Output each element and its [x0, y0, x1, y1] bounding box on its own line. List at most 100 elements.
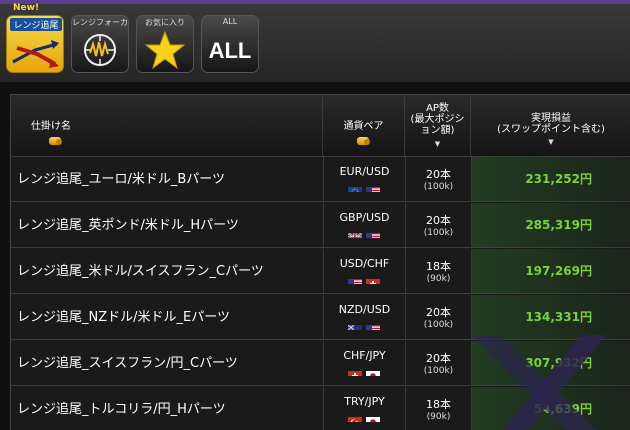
star-icon	[144, 30, 186, 70]
us-flag-icon	[366, 320, 380, 330]
realized-pl: 231,252円	[525, 172, 592, 186]
ap-count: 18本	[426, 398, 451, 411]
currency-pair-cell: TRY/JPY	[323, 387, 405, 430]
tab-favorites[interactable]: お気に入り	[136, 15, 194, 73]
ap-count-cell: 20本 (100k)	[405, 341, 471, 386]
max-position: (100k)	[423, 182, 454, 192]
strategy-name: レンジ追尾_英ポンド/米ドル_Hパーツ	[17, 218, 239, 233]
realized-pl: 134,331円	[525, 310, 592, 324]
currency-pair-cell: USD/CHF	[323, 249, 405, 294]
gb-flag-icon	[348, 228, 362, 238]
tab-range-focus[interactable]: レンジフォーカス	[71, 15, 129, 73]
header-pair[interactable]: 通貨ペア	[323, 95, 405, 157]
ap-count: 20本	[426, 214, 451, 227]
tab-range-focus-label: レンジフォーカス	[72, 18, 128, 27]
ap-count-cell: 18本 (90k)	[405, 387, 471, 430]
header-name[interactable]: 仕掛け名	[11, 95, 323, 157]
currency-pair-cell: EUR/USD	[323, 157, 405, 202]
strategy-name: レンジ追尾_NZドル/米ドル_Eパーツ	[17, 310, 230, 325]
ch-flag-icon	[348, 366, 362, 376]
realized-pl-cell: 197,269円	[471, 249, 630, 294]
header-pl[interactable]: 実現損益 (スワップポイント含む) ▼	[471, 95, 630, 157]
realized-pl-cell: 134,331円	[471, 295, 630, 340]
header-ap-line2: (最大ポジシ	[410, 114, 465, 125]
table-row[interactable]: レンジ追尾_米ドル/スイスフラン_Cパーツ USD/CHF 18本 (90k) 197,…	[11, 249, 630, 294]
header-pl-line1: 実現損益	[531, 113, 571, 124]
ch-flag-icon	[366, 274, 380, 284]
all-icon: ALL	[208, 38, 252, 63]
currency-pair: GBP/USD	[339, 211, 390, 224]
table-header: 仕掛け名 通貨ペア AP数 (最大ポジシ ョン額) ▼ 実現損益 (スワップポイ…	[11, 95, 630, 157]
ap-count: 20本	[426, 168, 451, 181]
currency-flags	[348, 274, 382, 284]
header-pair-label: 通貨ペア	[343, 121, 384, 132]
max-position: (100k)	[423, 366, 454, 376]
tab-all-label: ALL	[222, 17, 238, 26]
sort-caret-icon[interactable]: ▼	[471, 138, 630, 146]
currency-pair-cell: GBP/USD	[323, 203, 405, 248]
ap-count-cell: 18本 (90k)	[405, 249, 471, 294]
currency-flags	[348, 320, 382, 330]
strategy-table: 仕掛け名 通貨ペア AP数 (最大ポジシ ョン額) ▼ 実現損益 (スワップポイ…	[10, 94, 630, 430]
table-row[interactable]: レンジ追尾_英ポンド/米ドル_Hパーツ GBP/USD 20本 (100k) 285,3…	[11, 203, 630, 248]
currency-pair-cell: CHF/JPY	[323, 341, 405, 386]
header-ap[interactable]: AP数 (最大ポジシ ョン額) ▼	[405, 95, 471, 157]
range-focus-icon	[84, 34, 116, 66]
header-pl-line2: (スワップポイント含む)	[497, 124, 605, 135]
us-flag-icon	[348, 274, 362, 284]
sort-caret-icon[interactable]: ▼	[405, 140, 470, 148]
realized-pl: 54,639円	[533, 402, 592, 416]
strategy-tabs-bar: レンジ追尾 New! レンジフォーカス お気に入り ALL ALL	[0, 0, 630, 82]
table-row[interactable]: レンジ追尾_スイスフラン/円_Cパーツ CHF/JPY 20本 (100k) 307,9…	[11, 341, 630, 386]
jp-flag-icon	[366, 366, 380, 376]
ap-count-cell: 20本 (100k)	[405, 157, 471, 202]
realized-pl: 307,932円	[525, 356, 592, 370]
realized-pl-cell: 285,319円	[471, 203, 630, 248]
max-position: (90k)	[426, 412, 451, 422]
table-row[interactable]: レンジ追尾_NZドル/米ドル_Eパーツ NZD/USD 20本 (100k) 134,3…	[11, 295, 630, 340]
strategy-name: レンジ追尾_米ドル/スイスフラン_Cパーツ	[17, 264, 264, 279]
tab-range-tracking[interactable]: レンジ追尾	[6, 15, 64, 73]
tr-flag-icon	[348, 412, 362, 422]
us-flag-icon	[366, 182, 380, 192]
max-position: (100k)	[423, 228, 454, 238]
strategy-name: レンジ追尾_スイスフラン/円_Cパーツ	[17, 356, 238, 371]
tab-favorites-label: お気に入り	[145, 18, 185, 27]
nz-flag-icon	[348, 320, 362, 330]
header-ap-line3: ョン額)	[420, 125, 455, 136]
sort-icon[interactable]	[357, 137, 370, 145]
currency-pair-cell: NZD/USD	[323, 295, 405, 340]
realized-pl-cell: 231,252円	[471, 157, 630, 202]
sort-icon[interactable]	[49, 137, 62, 145]
currency-flags	[348, 366, 382, 376]
currency-flags	[348, 412, 382, 422]
tab-all[interactable]: ALL ALL	[201, 15, 259, 73]
jp-flag-icon	[366, 412, 380, 422]
header-name-label: 仕掛け名	[31, 121, 71, 132]
us-flag-icon	[366, 228, 380, 238]
table-row[interactable]: レンジ追尾_トルコリラ/円_Hパーツ TRY/JPY 18本 (90k) 54,639円	[11, 387, 630, 430]
currency-pair: CHF/JPY	[343, 349, 386, 362]
currency-flags	[348, 182, 382, 192]
ap-count-cell: 20本 (100k)	[405, 295, 471, 340]
range-tracking-icon	[12, 40, 59, 68]
header-ap-line1: AP数	[426, 103, 449, 114]
ap-count-cell: 20本 (100k)	[405, 203, 471, 248]
new-badge: New!	[13, 3, 40, 13]
max-position: (90k)	[426, 274, 451, 284]
strategy-name: レンジ追尾_ユーロ/米ドル_Bパーツ	[17, 172, 226, 187]
ap-count: 20本	[426, 352, 451, 365]
realized-pl: 285,319円	[525, 218, 592, 232]
strategy-name: レンジ追尾_トルコリラ/円_Hパーツ	[17, 402, 226, 417]
table-row[interactable]: レンジ追尾_ユーロ/米ドル_Bパーツ EUR/USD 20本 (100k) 231,25…	[11, 157, 630, 202]
currency-flags	[348, 228, 382, 238]
currency-pair: USD/CHF	[339, 257, 390, 270]
currency-pair: NZD/USD	[338, 303, 391, 316]
ap-count: 18本	[426, 260, 451, 273]
realized-pl: 197,269円	[525, 264, 592, 278]
realized-pl-cell: 307,932円	[471, 341, 630, 386]
top-accent-line	[0, 0, 630, 4]
realized-pl-cell: 54,639円	[471, 387, 630, 430]
strategy-list-panel: 仕掛け名 通貨ペア AP数 (最大ポジシ ョン額) ▼ 実現損益 (スワップポイ…	[0, 82, 630, 430]
currency-pair: TRY/JPY	[344, 395, 385, 408]
